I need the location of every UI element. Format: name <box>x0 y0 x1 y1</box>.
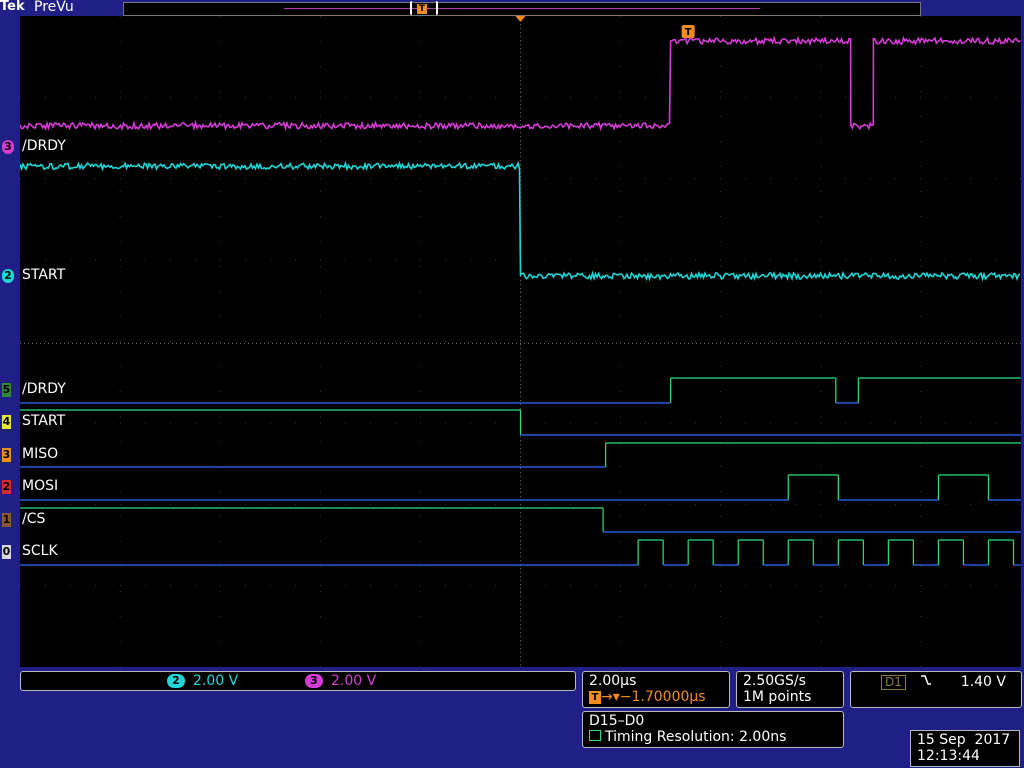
trigger-row: D1 1.40 V <box>857 673 1015 690</box>
d1-label: /CS <box>22 511 45 527</box>
time-per-div: 2.00µs <box>589 673 723 689</box>
waveform-display[interactable]: T <box>20 16 1021 667</box>
trigger-delay: −1.70000µs <box>620 689 706 705</box>
arrow-right-down-icon: →▾ <box>601 689 620 705</box>
d0-label: SCLK <box>22 543 58 559</box>
date: 15 Sep 2017 <box>917 732 1013 748</box>
d2-badge[interactable]: 2 <box>2 480 11 494</box>
d0-badge[interactable]: 0 <box>2 545 11 559</box>
d1-badge[interactable]: 1 <box>2 513 11 527</box>
top-bar: Tek PreVu T <box>0 0 1024 16</box>
falling-edge-icon <box>920 674 936 690</box>
trigger-source: D1 <box>881 675 906 690</box>
ch3-scale[interactable]: 3 2.00 V <box>305 673 376 689</box>
acquisition-readout[interactable]: 2.50GS/s 1M points <box>736 671 844 708</box>
brand-logo: Tek <box>0 0 25 14</box>
d4-label: START <box>22 413 65 429</box>
ch2-badge[interactable]: 2 <box>2 269 14 283</box>
record-view-bar[interactable]: T <box>123 2 921 16</box>
trigger-level: 1.40 V <box>961 674 1006 690</box>
timing-resolution-icon <box>589 730 601 741</box>
timing-resolution: Timing Resolution: 2.00ns <box>605 729 786 745</box>
d5-label: /DRDY <box>22 381 66 397</box>
vertical-scale-readout[interactable]: 2 2.00 V 3 2.00 V <box>20 671 576 691</box>
trigger-position-arrow-icon <box>516 16 526 22</box>
ch3-scale-value: 2.00 V <box>331 673 376 689</box>
ch2-trace <box>20 163 1020 279</box>
d2-label: MOSI <box>22 478 58 494</box>
record-length: 1M points <box>743 689 837 705</box>
timing-resolution-row: Timing Resolution: 2.00ns <box>589 729 837 745</box>
ch3-trace <box>20 38 1020 129</box>
trigger-delay-row: T →▾−1.70000µs <box>589 689 723 705</box>
waveform-canvas: T <box>20 16 1021 667</box>
digital-readout[interactable]: D15–D0 Timing Resolution: 2.00ns <box>582 711 844 748</box>
d5-badge[interactable]: 5 <box>2 383 11 397</box>
d3-label: MISO <box>22 446 58 462</box>
acquisition-mode: PreVu <box>34 0 74 15</box>
sample-rate: 2.50GS/s <box>743 673 837 689</box>
digital-group: D15–D0 <box>589 713 837 729</box>
trigger-position-marker: T <box>417 4 427 14</box>
ch3-badge[interactable]: 3 <box>2 140 14 154</box>
datetime-readout: 15 Sep 2017 12:13:44 <box>910 730 1020 767</box>
ch3-label: /DRDY <box>22 138 66 154</box>
record-trace-line <box>284 8 760 9</box>
ch2-label: START <box>22 267 65 283</box>
d3-badge[interactable]: 3 <box>2 448 11 462</box>
ch2-scale-badge: 2 <box>167 674 185 688</box>
ch2-scale[interactable]: 2 2.00 V <box>167 673 238 689</box>
time: 12:13:44 <box>917 748 1013 764</box>
trigger-point-label: T <box>685 27 692 38</box>
ch2-scale-value: 2.00 V <box>193 673 238 689</box>
trigger-badge: T <box>589 691 601 704</box>
d4-badge[interactable]: 4 <box>2 415 11 429</box>
trigger-readout[interactable]: D1 1.40 V <box>850 671 1022 708</box>
ch3-scale-badge: 3 <box>305 674 323 688</box>
horizontal-readout[interactable]: 2.00µs T →▾−1.70000µs <box>582 671 730 708</box>
